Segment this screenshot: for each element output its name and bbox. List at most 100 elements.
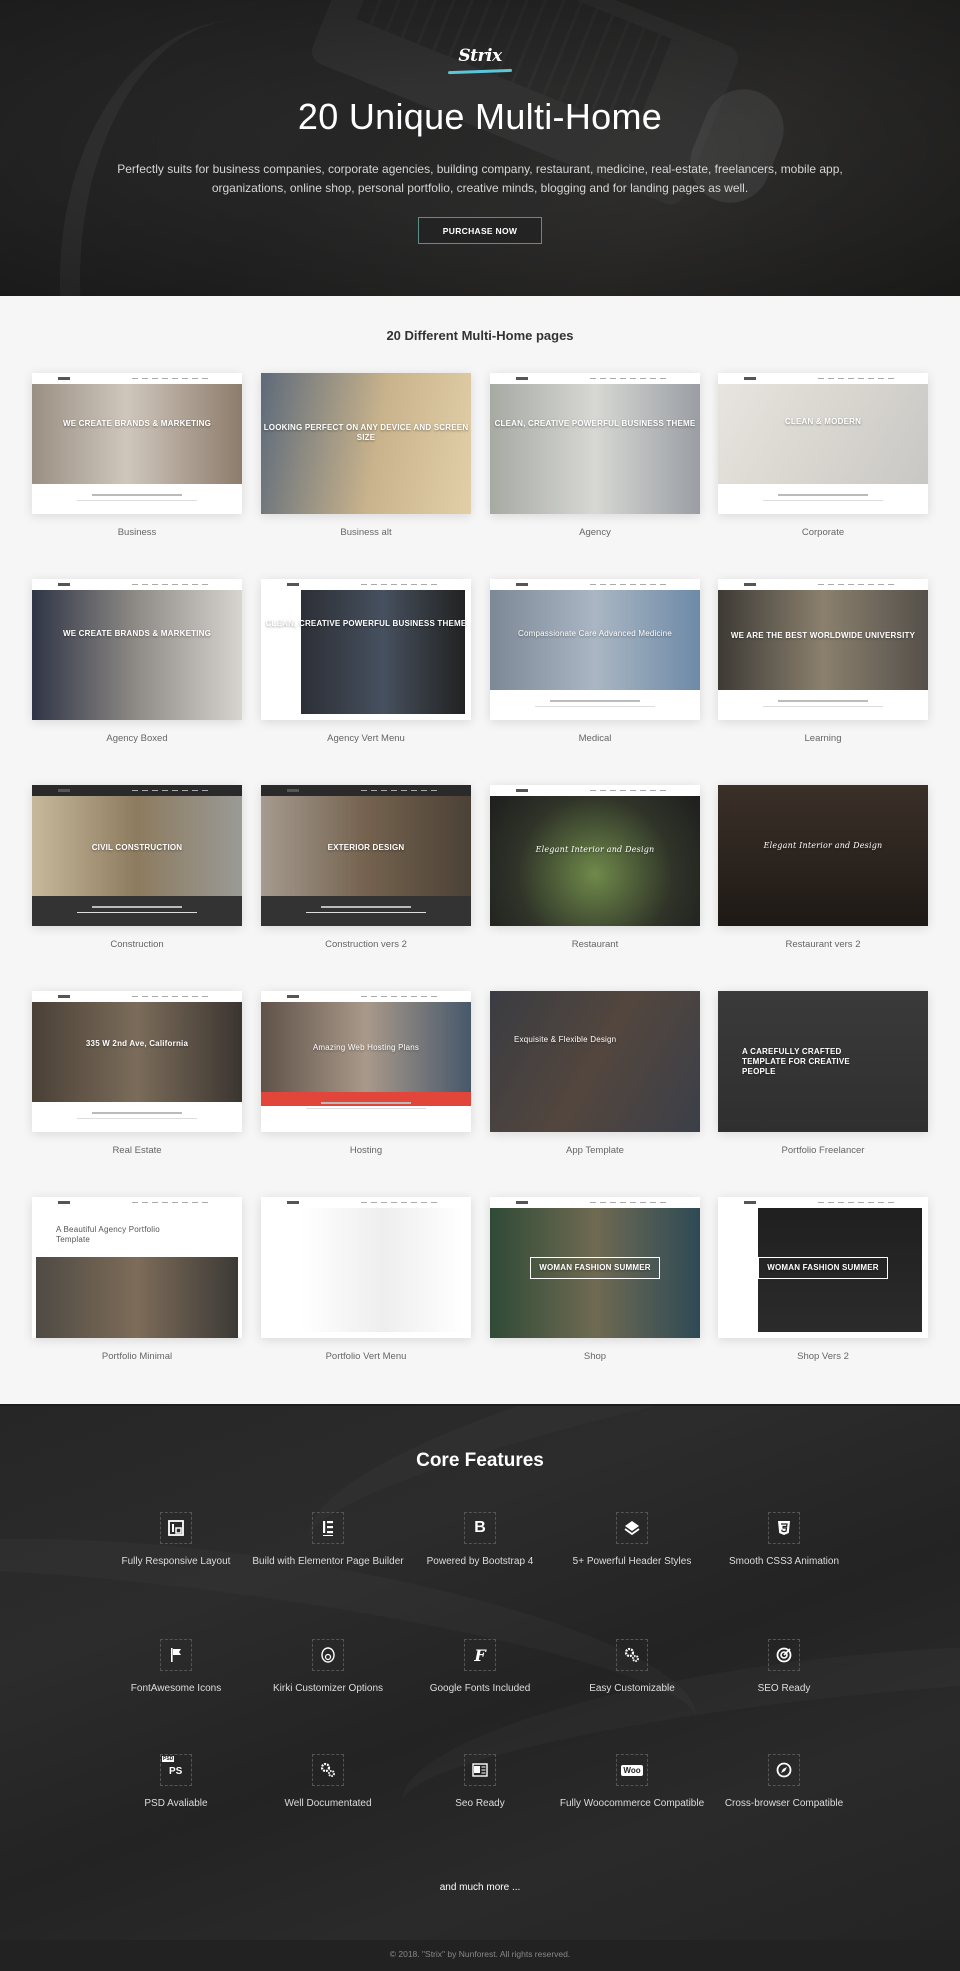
page-label[interactable]: Corporate	[718, 527, 928, 538]
thumbnail-footer	[261, 896, 471, 926]
flag-icon	[160, 1639, 192, 1671]
page-label[interactable]: Agency	[490, 527, 700, 538]
feature-label: Fully Responsive Layout	[121, 1556, 231, 1567]
feature-label: Google Fonts Included	[429, 1683, 531, 1694]
headline-text: A CAREFULLY CRAFTED TEMPLATE FOR CREATIV…	[742, 1047, 850, 1076]
page-label[interactable]: App Template	[490, 1145, 700, 1156]
core-features-section: Core Features Fully Responsive Layout Bui…	[0, 1404, 960, 1940]
logo-underline	[447, 68, 513, 75]
thumbnail-navbar	[718, 1197, 928, 1208]
headline-text: LOOKING PERFECT ON ANY DEVICE AND SCREEN…	[263, 423, 469, 442]
thumbnail-headline: A CAREFULLY CRAFTED TEMPLATE FOR CREATIV…	[718, 1047, 878, 1077]
page-label[interactable]: Construction	[32, 939, 242, 950]
page-label[interactable]: Portfolio Freelancer	[718, 1145, 928, 1156]
thumbnail-headline: CLEAN, CREATIVE POWERFUL BUSINESS THEME	[490, 419, 700, 429]
responsive-layout-icon	[160, 1512, 192, 1544]
page-thumbnail[interactable]: WOMAN FASHION SUMMER	[490, 1197, 700, 1338]
page-label[interactable]: Portfolio Vert Menu	[261, 1351, 471, 1362]
page-thumbnail[interactable]: Exquisite & Flexible Design	[490, 991, 700, 1132]
page-thumbnail[interactable]: CLEAN & MODERN	[718, 373, 928, 514]
thumbnail-headline: Exquisite & Flexible Design	[490, 1035, 650, 1045]
page-thumbnail[interactable]	[261, 1197, 471, 1338]
feature-label: Easy Customizable	[589, 1683, 675, 1694]
page-thumbnail[interactable]: Elegant Interior and Design	[490, 785, 700, 926]
thumbnail-footer	[490, 690, 700, 720]
page-label[interactable]: Real Estate	[32, 1145, 242, 1156]
page-thumbnail[interactable]: EXTERIOR DESIGN	[261, 785, 471, 926]
feature-label: FontAwesome Icons	[130, 1683, 222, 1694]
thumbnail-headline: WE CREATE BRANDS & MARKETING	[32, 629, 242, 639]
thumbnail-headline: Elegant Interior and Design	[718, 841, 928, 851]
page-card: 335 W 2nd Ave, California Real Estate	[32, 991, 242, 1171]
page-label[interactable]: Medical	[490, 733, 700, 744]
page-label[interactable]: Agency Vert Menu	[261, 733, 471, 744]
page-card: WOMAN FASHION SUMMER Shop	[490, 1197, 700, 1377]
page-thumbnail[interactable]: 335 W 2nd Ave, California	[32, 991, 242, 1132]
section-title: 20 Different Multi-Home pages	[386, 328, 574, 343]
feature-item: Woo Fully Woocommerce Compatible	[556, 1754, 708, 1810]
page-thumbnail[interactable]: WE ARE THE BEST WORLDWIDE UNIVERSITY	[718, 579, 928, 720]
page-thumbnail[interactable]: Compassionate Care Advanced Medicine	[490, 579, 700, 720]
thumbnail-image	[490, 590, 700, 690]
thumbnail-image	[301, 585, 465, 714]
thumbnail-navbar	[490, 373, 700, 384]
thumbnail-headline: WOMAN FASHION SUMMER	[718, 1257, 928, 1279]
page-thumbnail[interactable]: WE CREATE BRANDS & MARKETING	[32, 373, 242, 514]
thumbnail-image	[718, 785, 928, 926]
headline-text: WE ARE THE BEST WORLDWIDE UNIVERSITY	[730, 631, 916, 640]
strix-logo[interactable]: Strix	[447, 46, 513, 76]
page-label[interactable]: Hosting	[261, 1145, 471, 1156]
gears-icon	[312, 1754, 344, 1786]
page-thumbnail[interactable]: WE CREATE BRANDS & MARKETING	[32, 579, 242, 720]
page-label[interactable]: Portfolio Minimal	[32, 1351, 242, 1362]
page-label[interactable]: Restaurant vers 2	[718, 939, 928, 950]
page-thumbnail[interactable]: A Beautiful Agency Portfolio Template	[32, 1197, 242, 1338]
page-card: WE CREATE BRANDS & MARKETING Agency Boxed	[32, 579, 242, 759]
thumbnail-headline: Elegant Interior and Design	[490, 845, 700, 855]
thumbnail-image	[490, 796, 700, 926]
page-label[interactable]: Business	[32, 527, 242, 538]
page-thumbnail[interactable]: Amazing Web Hosting Plans	[261, 991, 471, 1132]
page-thumbnail[interactable]: WOMAN FASHION SUMMER	[718, 1197, 928, 1338]
thumbnail-footer	[32, 896, 242, 926]
page-label[interactable]: Construction vers 2	[261, 939, 471, 950]
headline-text: WE CREATE BRANDS & MARKETING	[62, 419, 212, 428]
page-label[interactable]: Agency Boxed	[32, 733, 242, 744]
page-card: WOMAN FASHION SUMMER Shop Vers 2	[718, 1197, 928, 1377]
page-thumbnail[interactable]: CIVIL CONSTRUCTION	[32, 785, 242, 926]
thumbnail-headline: CLEAN & MODERN	[718, 417, 928, 427]
page-thumbnail[interactable]: CLEAN, CREATIVE POWERFUL BUSINESS THEME	[490, 373, 700, 514]
page-label[interactable]: Learning	[718, 733, 928, 744]
feature-item: Smooth CSS3 Animation	[708, 1512, 860, 1568]
headline-text: CLEAN & MODERN	[784, 417, 862, 426]
headline-text: Exquisite & Flexible Design	[514, 1035, 617, 1044]
page-thumbnail[interactable]: LOOKING PERFECT ON ANY DEVICE AND SCREEN…	[261, 373, 471, 514]
page-card: A Beautiful Agency Portfolio Template Por…	[32, 1197, 242, 1377]
feature-label: Seo Ready	[455, 1798, 505, 1809]
feature-item: B Powered by Bootstrap 4	[404, 1512, 556, 1568]
thumbnail-navbar	[261, 1197, 471, 1208]
kirki-icon	[312, 1639, 344, 1671]
page-label[interactable]: Business alt	[261, 527, 471, 538]
logo-text: Strix	[458, 46, 502, 66]
page-label[interactable]: Restaurant	[490, 939, 700, 950]
page-thumbnail[interactable]: Elegant Interior and Design	[718, 785, 928, 926]
page-label[interactable]: Shop Vers 2	[718, 1351, 928, 1362]
thumbnail-image	[32, 384, 242, 484]
headline-text: CLEAN, CREATIVE POWERFUL BUSINESS THEME	[265, 619, 467, 628]
bootstrap-icon: B	[464, 1512, 496, 1544]
page-card: CLEAN, CREATIVE POWERFUL BUSINESS THEME A…	[261, 579, 471, 759]
thumbnail-navbar	[32, 785, 242, 796]
thumbnail-navbar	[32, 991, 242, 1002]
headline-text: WE CREATE BRANDS & MARKETING	[62, 629, 212, 638]
purchase-now-button[interactable]: PURCHASE NOW	[418, 217, 542, 244]
page-label[interactable]: Shop	[490, 1351, 700, 1362]
thumbnail-headline: LOOKING PERFECT ON ANY DEVICE AND SCREEN…	[261, 423, 471, 443]
headline-text: 335 W 2nd Ave, California	[85, 1039, 189, 1048]
page-thumbnail[interactable]: A CAREFULLY CRAFTED TEMPLATE FOR CREATIV…	[718, 991, 928, 1132]
thumbnail-headline: WE CREATE BRANDS & MARKETING	[32, 419, 242, 429]
page-thumbnail[interactable]: CLEAN, CREATIVE POWERFUL BUSINESS THEME	[261, 579, 471, 720]
thumbnail-navbar	[261, 991, 471, 1002]
page-card: WE CREATE BRANDS & MARKETING Business	[32, 373, 242, 553]
thumbnail-navbar	[490, 579, 700, 590]
